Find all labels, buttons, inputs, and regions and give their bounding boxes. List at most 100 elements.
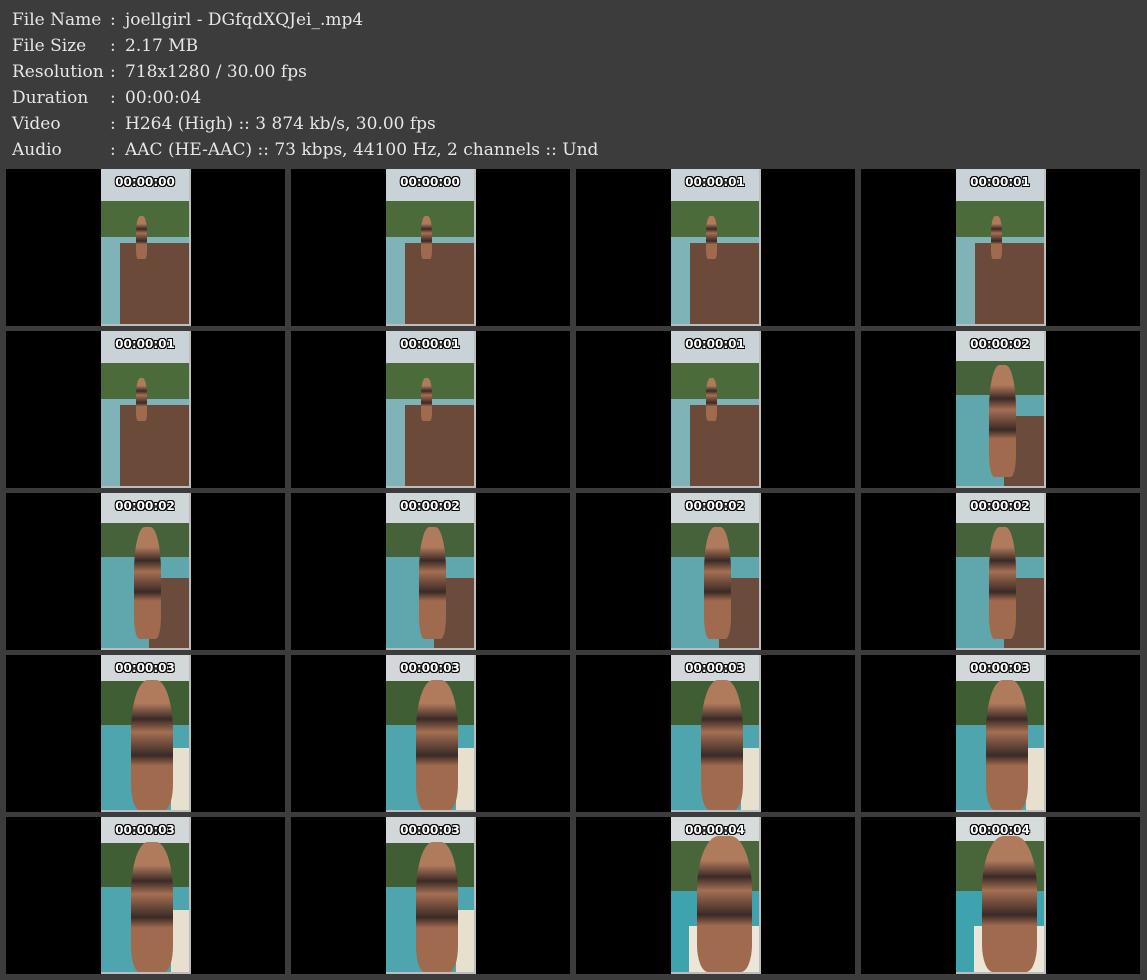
frame-person bbox=[989, 527, 1016, 639]
thumbnail-cell: 00:00:04 bbox=[861, 817, 1140, 974]
frame-person bbox=[136, 377, 147, 421]
video-frame-image: 00:00:03 bbox=[101, 817, 191, 974]
frame-person bbox=[706, 215, 717, 259]
frame-person bbox=[421, 377, 432, 421]
video-frame-image: 00:00:01 bbox=[671, 331, 761, 488]
timestamp-label: 00:00:03 bbox=[685, 661, 745, 675]
frame-deck bbox=[690, 243, 759, 324]
frame-deck bbox=[1026, 748, 1044, 810]
info-value: AAC (HE-AAC) :: 73 kbps, 44100 Hz, 2 cha… bbox=[125, 140, 599, 160]
thumbnail-cell: 00:00:03 bbox=[291, 817, 570, 974]
frame-person bbox=[700, 679, 744, 810]
video-frame-image: 00:00:03 bbox=[386, 817, 476, 974]
frame-deck bbox=[456, 748, 474, 810]
frame-person bbox=[989, 365, 1016, 477]
info-label: Audio bbox=[12, 140, 62, 160]
frame-person bbox=[421, 215, 432, 259]
frame-person bbox=[415, 841, 459, 972]
thumbnail-cell: 00:00:03 bbox=[6, 817, 285, 974]
info-value: 00:00:04 bbox=[125, 88, 202, 108]
info-label: File Name bbox=[12, 10, 102, 30]
frame-person bbox=[991, 215, 1002, 259]
video-frame-image: 00:00:03 bbox=[386, 655, 476, 812]
video-frame-image: 00:00:01 bbox=[956, 169, 1046, 326]
video-frame-image: 00:00:04 bbox=[671, 817, 761, 974]
thumbnail-cell: 00:00:03 bbox=[6, 655, 285, 812]
info-separator: : bbox=[110, 140, 116, 160]
timestamp-label: 00:00:02 bbox=[970, 337, 1030, 351]
video-frame-image: 00:00:01 bbox=[671, 169, 761, 326]
info-separator: : bbox=[110, 10, 116, 30]
frame-deck bbox=[690, 405, 759, 486]
thumbnail-cell: 00:00:02 bbox=[861, 493, 1140, 650]
video-frame-image: 00:00:01 bbox=[386, 331, 476, 488]
frame-deck bbox=[456, 910, 474, 972]
video-frame-image: 00:00:04 bbox=[956, 817, 1046, 974]
info-value: 718x1280 / 30.00 fps bbox=[125, 62, 307, 82]
frame-deck bbox=[171, 748, 189, 810]
timestamp-label: 00:00:00 bbox=[115, 175, 175, 189]
info-value: joellgirl - DGfqdXQJei_.mp4 bbox=[125, 10, 364, 30]
frame-person bbox=[419, 527, 446, 639]
video-frame-image: 00:00:02 bbox=[671, 493, 761, 650]
frame-person bbox=[704, 527, 731, 639]
timestamp-label: 00:00:02 bbox=[970, 499, 1030, 513]
frame-person bbox=[985, 679, 1029, 810]
file-info-panel: File Name : joellgirl - DGfqdXQJei_.mp4 … bbox=[0, 0, 1147, 168]
timestamp-label: 00:00:02 bbox=[115, 499, 175, 513]
info-label: File Size bbox=[12, 36, 87, 56]
frame-deck bbox=[120, 405, 189, 486]
thumbnail-cell: 00:00:01 bbox=[576, 331, 855, 488]
frame-person bbox=[706, 377, 717, 421]
frame-person bbox=[134, 527, 161, 639]
video-frame-image: 00:00:03 bbox=[101, 655, 191, 812]
frame-person bbox=[415, 679, 459, 810]
thumbnail-cell: 00:00:04 bbox=[576, 817, 855, 974]
thumbnail-cell: 00:00:01 bbox=[861, 169, 1140, 326]
timestamp-label: 00:00:02 bbox=[400, 499, 460, 513]
timestamp-label: 00:00:03 bbox=[400, 661, 460, 675]
timestamp-label: 00:00:04 bbox=[970, 823, 1030, 837]
frame-person bbox=[136, 215, 147, 259]
thumbnail-cell: 00:00:02 bbox=[6, 493, 285, 650]
timestamp-label: 00:00:03 bbox=[400, 823, 460, 837]
timestamp-label: 00:00:03 bbox=[970, 661, 1030, 675]
timestamp-label: 00:00:01 bbox=[400, 337, 460, 351]
thumbnail-cell: 00:00:03 bbox=[291, 655, 570, 812]
frame-deck bbox=[405, 243, 474, 324]
video-frame-image: 00:00:03 bbox=[956, 655, 1046, 812]
video-frame-image: 00:00:02 bbox=[386, 493, 476, 650]
timestamp-label: 00:00:00 bbox=[400, 175, 460, 189]
timestamp-label: 00:00:04 bbox=[685, 823, 745, 837]
thumbnail-cell: 00:00:01 bbox=[576, 169, 855, 326]
video-frame-image: 00:00:02 bbox=[101, 493, 191, 650]
timestamp-label: 00:00:01 bbox=[685, 337, 745, 351]
info-label: Video bbox=[12, 114, 61, 134]
video-frame-image: 00:00:00 bbox=[386, 169, 476, 326]
timestamp-label: 00:00:03 bbox=[115, 661, 175, 675]
thumbnail-cell: 00:00:03 bbox=[576, 655, 855, 812]
info-separator: : bbox=[110, 88, 116, 108]
thumbnail-grid: 00:00:00 00:00:00 00:00:01 00:00:01 00:00:01… bbox=[6, 169, 1144, 977]
frame-person bbox=[697, 835, 752, 972]
timestamp-label: 00:00:01 bbox=[685, 175, 745, 189]
timestamp-label: 00:00:01 bbox=[115, 337, 175, 351]
info-separator: : bbox=[110, 62, 116, 82]
frame-person bbox=[130, 679, 174, 810]
thumbnail-cell: 00:00:00 bbox=[6, 169, 285, 326]
frame-person bbox=[982, 835, 1037, 972]
info-value: 2.17 MB bbox=[125, 36, 199, 56]
video-frame-image: 00:00:02 bbox=[956, 493, 1046, 650]
info-separator: : bbox=[110, 114, 116, 134]
info-value: H264 (High) :: 3 874 kb/s, 30.00 fps bbox=[125, 114, 436, 134]
video-frame-image: 00:00:01 bbox=[101, 331, 191, 488]
thumbnail-cell: 00:00:02 bbox=[576, 493, 855, 650]
info-label: Duration bbox=[12, 88, 89, 108]
video-frame-image: 00:00:02 bbox=[956, 331, 1046, 488]
thumbnail-cell: 00:00:03 bbox=[861, 655, 1140, 812]
thumbnail-cell: 00:00:01 bbox=[6, 331, 285, 488]
frame-deck bbox=[120, 243, 189, 324]
frame-person bbox=[130, 841, 174, 972]
frame-deck bbox=[405, 405, 474, 486]
video-frame-image: 00:00:03 bbox=[671, 655, 761, 812]
